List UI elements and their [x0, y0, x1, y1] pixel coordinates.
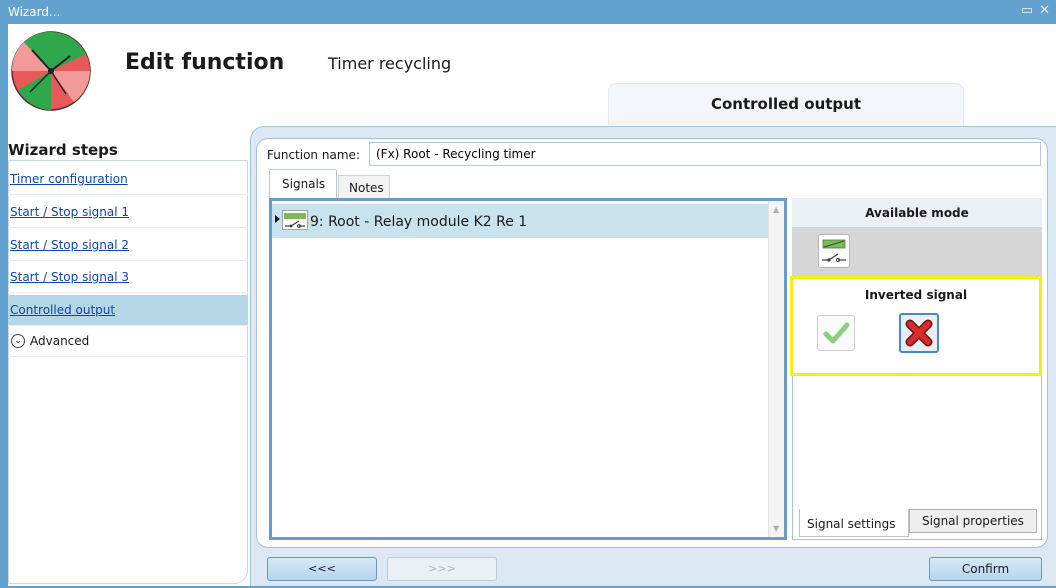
signals-list[interactable]: 9: Root - Relay module K2 Re 1 ▲ ▼	[269, 198, 787, 540]
chevron-down-icon[interactable]: ⌄	[11, 334, 25, 348]
advanced-label[interactable]: Advanced	[30, 334, 89, 348]
sidebar-item-label[interactable]: Controlled output	[10, 303, 115, 317]
expand-arrow-icon[interactable]	[275, 215, 280, 223]
sidebar-item-start-stop-signal-2[interactable]: Start / Stop signal 2	[8, 230, 248, 261]
inverted-yes-button[interactable]	[817, 315, 855, 351]
available-mode-area	[792, 228, 1042, 276]
side-panel-tabs: Signal settings Signal properties	[799, 509, 1039, 537]
restore-icon[interactable]: ▭	[1021, 3, 1033, 18]
confirm-button[interactable]: Confirm	[929, 557, 1042, 581]
sidebar-item-start-stop-signal-1[interactable]: Start / Stop signal 1	[8, 197, 248, 228]
function-name-field[interactable]	[369, 142, 1041, 166]
relay-icon	[282, 210, 308, 230]
previous-button[interactable]: <<<	[267, 557, 377, 581]
checkmark-icon	[823, 322, 850, 344]
inverted-signal-group: Inverted signal	[790, 276, 1042, 376]
list-scrollbar[interactable]: ▲ ▼	[768, 201, 784, 537]
function-name-label: Function name:	[267, 148, 360, 162]
relay-icon	[822, 239, 846, 263]
relay-mode-button[interactable]	[818, 234, 850, 268]
page-title: Edit function	[125, 50, 285, 75]
inverted-no-button[interactable]	[899, 313, 939, 353]
available-mode-title: Available mode	[865, 206, 969, 220]
window-title: Wizard...	[8, 5, 61, 19]
tab-signals-label[interactable]: Signals	[282, 177, 325, 191]
sidebar-item-label[interactable]: Start / Stop signal 2	[10, 238, 129, 252]
available-mode-header: Available mode	[792, 198, 1042, 228]
inverted-signal-title: Inverted signal	[864, 288, 968, 302]
tab-signal-properties-label[interactable]: Signal properties	[922, 514, 1024, 528]
scroll-down-icon[interactable]: ▼	[773, 524, 779, 533]
window-frame-left	[0, 24, 8, 588]
current-step-label: Controlled output	[710, 95, 862, 113]
next-button[interactable]: >>>	[387, 557, 497, 581]
sidebar-item-controlled-output[interactable]: Controlled output	[8, 295, 248, 326]
current-step-tab: Controlled output	[608, 83, 964, 125]
list-item[interactable]: 9: Root - Relay module K2 Re 1	[272, 204, 768, 238]
sidebar-item-start-stop-signal-3[interactable]: Start / Stop signal 3	[8, 262, 248, 293]
sidebar-item-label[interactable]: Start / Stop signal 3	[10, 270, 129, 284]
red-x-icon	[905, 319, 933, 347]
timer-clock-icon	[11, 31, 91, 111]
tab-notes-label[interactable]: Notes	[349, 181, 384, 195]
wizard-steps-heading: Wizard steps	[8, 141, 118, 159]
scroll-up-icon[interactable]: ▲	[773, 205, 779, 214]
close-icon[interactable]: ✕	[1039, 3, 1050, 18]
sidebar-item-label[interactable]: Start / Stop signal 1	[10, 205, 129, 219]
sidebar-item-label[interactable]: Timer configuration	[10, 172, 128, 186]
sidebar-item-timer-configuration[interactable]: Timer configuration	[8, 164, 248, 195]
tab-notes[interactable]: Notes	[338, 175, 390, 199]
tab-signal-settings-label[interactable]: Signal settings	[807, 517, 896, 531]
tab-signal-properties[interactable]: Signal properties	[909, 509, 1037, 533]
signal-label[interactable]: 9: Root - Relay module K2 Re 1	[310, 214, 527, 230]
tab-signals[interactable]: Signals	[269, 169, 337, 199]
advanced-expander[interactable]: ⌄ Advanced	[8, 327, 248, 357]
tab-signal-settings[interactable]: Signal settings	[799, 509, 909, 537]
window-titlebar: Wizard... ▭ ✕	[0, 0, 1056, 24]
page-subtitle: Timer recycling	[328, 54, 452, 73]
